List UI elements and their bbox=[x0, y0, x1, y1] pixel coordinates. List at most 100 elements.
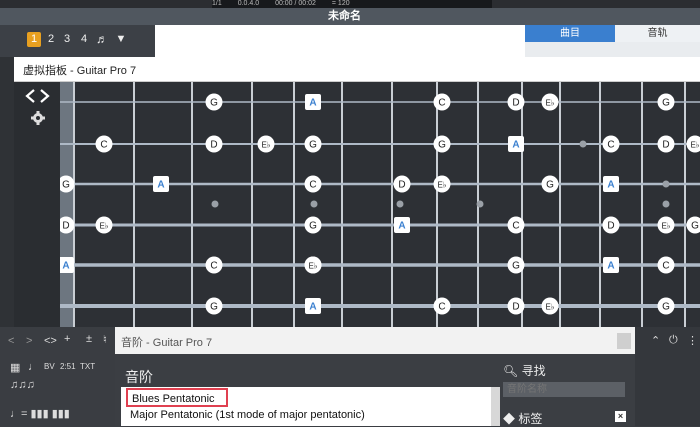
beam-small-icon[interactable]: ♩= ▮▮▮ ▮▮▮ bbox=[10, 407, 70, 420]
note-marker[interactable]: G bbox=[687, 217, 700, 234]
scale-heading: 音阶 bbox=[125, 367, 153, 387]
bv-icon[interactable]: BV bbox=[44, 362, 55, 371]
gear-icon[interactable] bbox=[31, 111, 45, 125]
note-label: D bbox=[607, 221, 614, 232]
track-2-button[interactable]: 2 bbox=[44, 32, 58, 47]
note-marker[interactable]: E♭ bbox=[434, 176, 451, 193]
note-marker[interactable]: C bbox=[434, 298, 451, 315]
note-marker[interactable]: E♭ bbox=[658, 217, 675, 234]
document-title-bar: 未命名 bbox=[0, 8, 700, 25]
note-marker[interactable]: D bbox=[508, 298, 525, 315]
more-icon[interactable]: ⋮ bbox=[687, 334, 698, 347]
note-label: G bbox=[62, 180, 70, 191]
note-label: G bbox=[309, 140, 317, 151]
beam-icon[interactable]: ♫♫♫ bbox=[10, 379, 35, 391]
arrow-right-icon[interactable]: > bbox=[26, 335, 32, 347]
note-marker[interactable]: C bbox=[508, 217, 525, 234]
grid-icon[interactable]: ▦ bbox=[10, 361, 20, 374]
note-marker[interactable]: E♭ bbox=[687, 136, 700, 153]
fretboard-diagram[interactable]: GACDE♭GCDE♭GGACDE♭GACDE♭GADE♭GACDE♭GACDE… bbox=[60, 82, 700, 327]
track-3-button[interactable]: 3 bbox=[60, 32, 74, 47]
note-marker[interactable]: G bbox=[542, 176, 559, 193]
sharp-icon[interactable]: + bbox=[64, 333, 70, 345]
note-marker[interactable]: G bbox=[206, 94, 223, 111]
fretboard-tools bbox=[14, 82, 60, 327]
root-note-marker[interactable]: A bbox=[603, 257, 619, 273]
note-marker[interactable]: G bbox=[305, 136, 322, 153]
root-note-marker[interactable]: A bbox=[305, 298, 321, 314]
note-marker[interactable]: C bbox=[96, 136, 113, 153]
chevron-updown-icon[interactable]: ⌃ bbox=[651, 334, 660, 347]
tab-track[interactable]: 音轨 bbox=[615, 25, 700, 42]
note-label: E♭ bbox=[661, 222, 670, 231]
note-marker[interactable]: D bbox=[658, 136, 675, 153]
track-4-button[interactable]: 4 bbox=[77, 32, 91, 47]
note-label: C bbox=[662, 261, 669, 272]
text-icon[interactable]: TXT bbox=[80, 362, 95, 371]
chevron-right-icon[interactable] bbox=[41, 90, 48, 102]
note-marker[interactable]: E♭ bbox=[96, 217, 113, 234]
tags-heading: ◆ 标签 bbox=[503, 410, 542, 427]
note-marker[interactable]: D bbox=[394, 176, 411, 193]
root-note-marker[interactable]: A bbox=[603, 176, 619, 192]
note-marker[interactable]: G bbox=[658, 94, 675, 111]
note-marker[interactable]: E♭ bbox=[542, 94, 559, 111]
funnel-icon[interactable]: ▼ bbox=[114, 32, 128, 47]
track-1-button[interactable]: 1 bbox=[27, 32, 41, 47]
note-marker[interactable]: D bbox=[508, 94, 525, 111]
note-label: A bbox=[309, 98, 316, 109]
scale-search-input[interactable] bbox=[503, 382, 625, 397]
cresc-icon[interactable]: <> bbox=[44, 335, 57, 347]
fretboard-window-title: 虚拟指板 - Guitar Pro 7 bbox=[23, 62, 136, 78]
chevron-left-icon[interactable] bbox=[27, 90, 34, 102]
scale-item-blues-pentatonic[interactable]: Blues Pentatonic bbox=[126, 388, 228, 407]
note-label: G bbox=[662, 98, 670, 109]
note-marker[interactable]: D bbox=[603, 217, 620, 234]
note-marker[interactable]: G bbox=[508, 257, 525, 274]
scale-window-titlebar[interactable]: 音阶 - Guitar Pro 7 bbox=[115, 327, 635, 354]
fret-marker-dot bbox=[397, 201, 404, 208]
bottom-tool-panel: < > <> + ± ♮ ▦ ♩ BV 2:51 TXT ♫♫♫ ♩= ▮▮▮ … bbox=[0, 327, 115, 426]
note-marker[interactable]: G bbox=[434, 136, 451, 153]
fret-marker-dot bbox=[663, 181, 670, 188]
root-note-marker[interactable]: A bbox=[60, 257, 74, 273]
virtual-fretboard[interactable]: GACDE♭GCDE♭GGACDE♭GACDE♭GADE♭GACDE♭GACDE… bbox=[60, 82, 700, 327]
close-icon[interactable] bbox=[617, 333, 631, 349]
note-marker[interactable]: E♭ bbox=[305, 257, 322, 274]
ratio-icon[interactable]: 2:51 bbox=[60, 362, 76, 371]
notes-icon[interactable]: ♬ bbox=[95, 32, 109, 47]
scale-item-major-pentatonic[interactable]: Major Pentatonic (1st mode of major pent… bbox=[130, 409, 365, 421]
tab-song[interactable]: 曲目 bbox=[525, 25, 615, 42]
scale-window-title: 音阶 - Guitar Pro 7 bbox=[121, 334, 212, 350]
scale-list-scrollbar[interactable] bbox=[491, 387, 500, 426]
fretboard-window-titlebar[interactable]: 虚拟指板 - Guitar Pro 7 bbox=[14, 57, 700, 82]
power-icon[interactable]: ⏻ bbox=[669, 334, 678, 347]
note-marker[interactable]: E♭ bbox=[542, 298, 559, 315]
beat-readout: 0.0.4.0 bbox=[238, 0, 259, 8]
score-area[interactable] bbox=[155, 25, 525, 57]
note-marker[interactable]: C bbox=[658, 257, 675, 274]
note-label: E♭ bbox=[545, 99, 554, 108]
tag-icon: ◆ bbox=[503, 412, 515, 426]
fret-marker-dot bbox=[212, 201, 219, 208]
note-icon[interactable]: ♩ bbox=[28, 361, 39, 373]
tag-clear-icon[interactable]: × bbox=[615, 411, 626, 422]
note-marker[interactable]: C bbox=[603, 136, 620, 153]
root-note-marker[interactable]: A bbox=[153, 176, 169, 192]
note-marker[interactable]: C bbox=[305, 176, 322, 193]
root-note-marker[interactable]: A bbox=[508, 136, 524, 152]
note-marker[interactable]: D bbox=[206, 136, 223, 153]
note-marker[interactable]: G bbox=[658, 298, 675, 315]
note-marker[interactable]: C bbox=[434, 94, 451, 111]
dynamics-icon[interactable]: ± bbox=[86, 333, 92, 345]
arrow-left-icon[interactable]: < bbox=[8, 335, 14, 347]
note-marker[interactable]: E♭ bbox=[258, 136, 275, 153]
note-label: E♭ bbox=[437, 181, 446, 190]
tempo-readout: = 120 bbox=[332, 0, 350, 8]
natural-icon[interactable]: ♮ bbox=[103, 333, 107, 346]
root-note-marker[interactable]: A bbox=[305, 94, 321, 110]
note-marker[interactable]: G bbox=[305, 217, 322, 234]
root-note-marker[interactable]: A bbox=[394, 217, 410, 233]
note-marker[interactable]: C bbox=[206, 257, 223, 274]
note-marker[interactable]: G bbox=[206, 298, 223, 315]
